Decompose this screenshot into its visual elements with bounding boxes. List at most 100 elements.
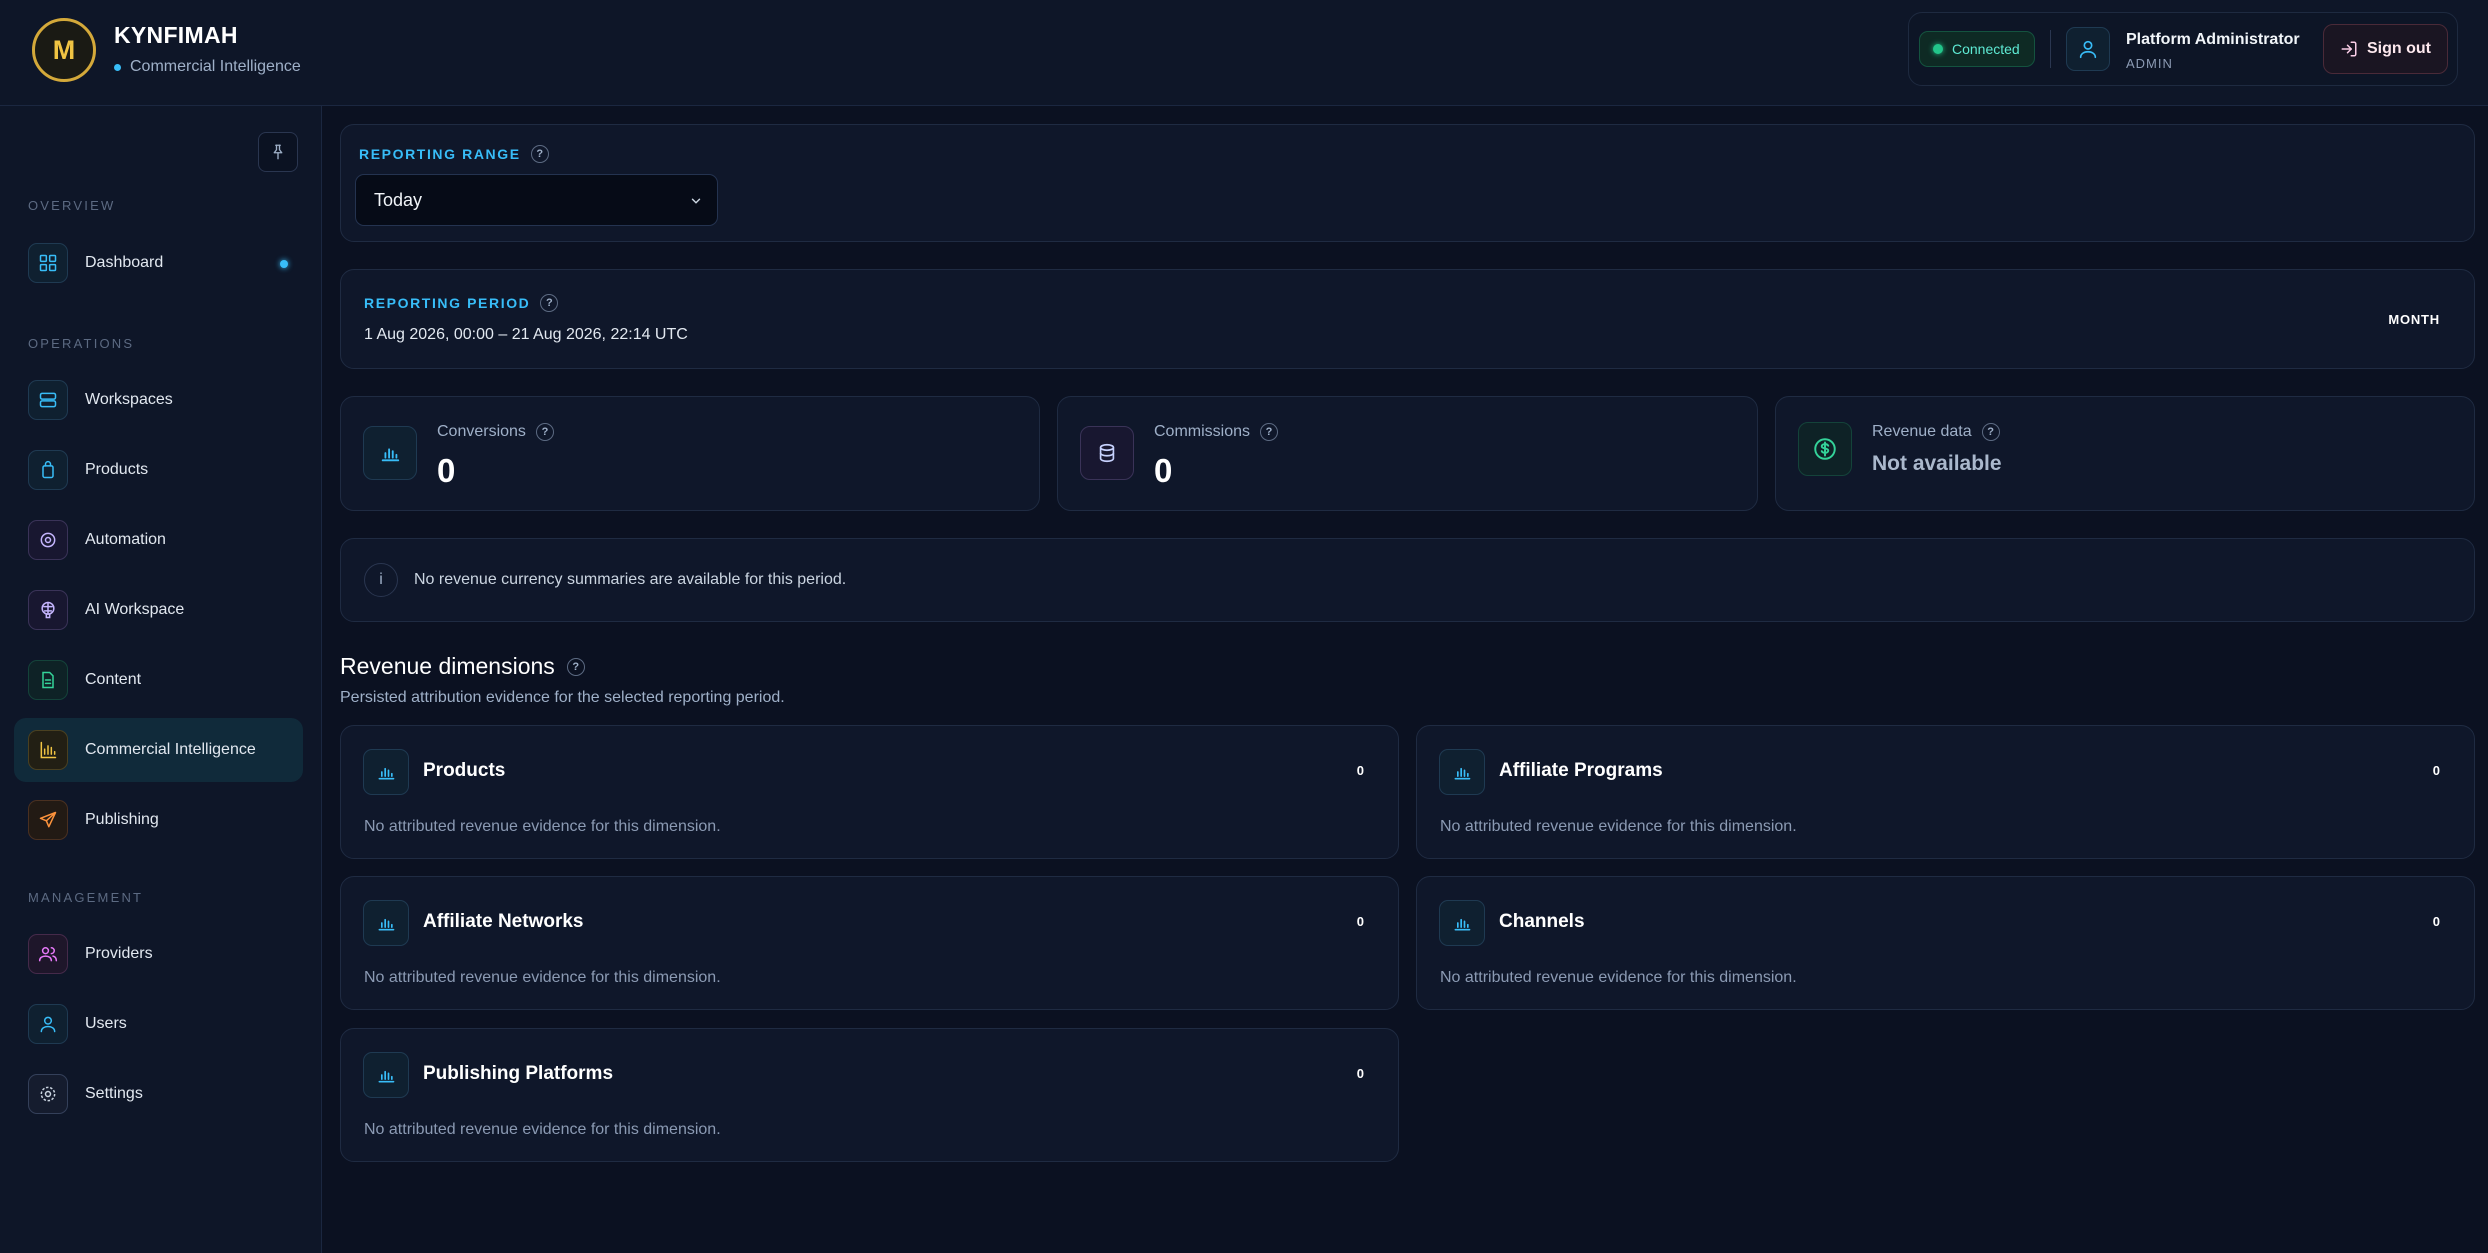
user-name: Platform Administrator bbox=[2126, 31, 2300, 48]
sidebar-item-dashboard[interactable]: Dashboard bbox=[14, 231, 303, 295]
reporting-period-range: 1 Aug 2026, 00:00 – 21 Aug 2026, 22:14 U… bbox=[364, 326, 688, 343]
sidebar-item-providers[interactable]: Providers bbox=[14, 922, 303, 986]
sidebar-item-label: Dashboard bbox=[85, 254, 164, 271]
shopping-bag-icon bbox=[28, 450, 68, 490]
kpi-value: Not available bbox=[1872, 452, 2002, 475]
dimension-card-channels: Channels 0 No attributed revenue evidenc… bbox=[1416, 876, 2475, 1010]
connection-status-text: Connected bbox=[1952, 41, 2020, 57]
help-icon[interactable]: ? bbox=[535, 423, 554, 441]
sidebar-item-automation[interactable]: Automation bbox=[14, 508, 303, 572]
connected-dot-icon bbox=[1933, 44, 1943, 54]
reporting-range-label: REPORTING RANGE bbox=[359, 146, 521, 162]
help-icon[interactable]: ? bbox=[540, 294, 559, 312]
sidebar-item-label: Content bbox=[85, 671, 142, 688]
sidebar-item-label: Settings bbox=[85, 1085, 143, 1102]
dimension-title: Affiliate Programs bbox=[1499, 760, 1663, 781]
bar-chart-icon bbox=[363, 900, 409, 946]
period-granularity: MONTH bbox=[2388, 312, 2440, 327]
dimension-count: 0 bbox=[1356, 914, 1364, 929]
dimension-title: Publishing Platforms bbox=[423, 1063, 614, 1084]
dimension-card-affiliate-networks: Affiliate Networks 0 No attributed reven… bbox=[340, 876, 1399, 1010]
pin-sidebar-button[interactable] bbox=[258, 132, 298, 172]
connection-status-badge: Connected bbox=[1919, 31, 2035, 67]
brand-subtitle: Commercial Intelligence bbox=[114, 58, 301, 76]
dashboard-grid-icon bbox=[28, 243, 68, 283]
revenue-dimensions-subtitle: Persisted attribution evidence for the s… bbox=[340, 689, 785, 706]
reporting-period-header: REPORTING PERIOD ? bbox=[364, 294, 559, 312]
document-icon bbox=[28, 660, 68, 700]
sidebar-item-commercial-intelligence[interactable]: Commercial Intelligence bbox=[14, 718, 303, 782]
sidebar-item-label: Products bbox=[85, 461, 149, 478]
ai-brain-icon bbox=[28, 590, 68, 630]
brand-name: KYNFIMAH bbox=[114, 22, 238, 48]
kpi-label: Commissions? bbox=[1154, 423, 1279, 441]
dimension-card-publishing-platforms: Publishing Platforms 0 No attributed rev… bbox=[340, 1028, 1399, 1162]
sidebar-item-users[interactable]: Users bbox=[14, 992, 303, 1056]
help-icon[interactable]: ? bbox=[1981, 423, 2000, 441]
reporting-range-select[interactable]: Today bbox=[355, 174, 718, 226]
users-icon bbox=[28, 934, 68, 974]
settings-gear-icon bbox=[28, 1074, 68, 1114]
dimension-title: Affiliate Networks bbox=[423, 911, 584, 932]
sidebar-item-ai-workspace[interactable]: AI Workspace bbox=[14, 578, 303, 642]
dimension-empty-text: No attributed revenue evidence for this … bbox=[364, 818, 721, 835]
send-icon bbox=[28, 800, 68, 840]
dimension-count: 0 bbox=[1356, 763, 1364, 778]
dimension-card-affiliate-programs: Affiliate Programs 0 No attributed reven… bbox=[1416, 725, 2475, 859]
kpi-value: 0 bbox=[1154, 452, 1173, 489]
dimension-card-products: Products 0 No attributed revenue evidenc… bbox=[340, 725, 1399, 859]
reporting-range-value: Today bbox=[374, 189, 423, 210]
info-notice: i No revenue currency summaries are avai… bbox=[340, 538, 2475, 622]
sidebar-item-label: Publishing bbox=[85, 811, 159, 828]
kpi-card-conversions: Conversions? 0 bbox=[340, 396, 1040, 511]
sign-out-button[interactable]: Sign out bbox=[2323, 24, 2448, 74]
bar-chart-icon bbox=[28, 730, 68, 770]
nav-section-overview: OVERVIEW bbox=[28, 198, 116, 213]
indicator-dot-icon bbox=[280, 260, 288, 268]
user-icon bbox=[28, 1004, 68, 1044]
sidebar-item-label: Users bbox=[85, 1015, 127, 1032]
kpi-value: 0 bbox=[437, 452, 456, 489]
nav-section-operations: OPERATIONS bbox=[28, 336, 135, 351]
sidebar-item-content[interactable]: Content bbox=[14, 648, 303, 712]
kpi-label: Revenue data? bbox=[1872, 423, 2000, 441]
reporting-period-label: REPORTING PERIOD bbox=[364, 295, 531, 311]
status-dot-icon bbox=[114, 63, 121, 71]
sidebar-item-settings[interactable]: Settings bbox=[14, 1062, 303, 1126]
help-icon[interactable]: ? bbox=[1260, 423, 1279, 441]
brand-logo[interactable]: M bbox=[32, 18, 96, 82]
sidebar-item-workspaces[interactable]: Workspaces bbox=[14, 368, 303, 432]
help-icon[interactable]: ? bbox=[530, 145, 549, 163]
kpi-label-text: Conversions bbox=[437, 423, 526, 440]
dimension-empty-text: No attributed revenue evidence for this … bbox=[1440, 818, 1797, 835]
bar-chart-icon bbox=[363, 749, 409, 795]
reporting-period-card: REPORTING PERIOD ? 1 Aug 2026, 00:00 – 2… bbox=[340, 269, 2475, 369]
user-role: ADMIN bbox=[2126, 56, 2173, 71]
sidebar-item-label: Providers bbox=[85, 945, 153, 962]
kpi-label-text: Revenue data bbox=[1872, 423, 1972, 440]
sign-out-label: Sign out bbox=[2367, 40, 2431, 57]
user-avatar[interactable] bbox=[2066, 27, 2110, 71]
kpi-card-commissions: Commissions? 0 bbox=[1057, 396, 1758, 511]
brand-subtitle-text: Commercial Intelligence bbox=[130, 58, 301, 75]
sidebar-item-label: Workspaces bbox=[85, 391, 173, 408]
bar-chart-icon bbox=[1439, 900, 1485, 946]
reporting-range-card: REPORTING RANGE ? Today bbox=[340, 124, 2475, 242]
database-icon bbox=[1080, 426, 1134, 480]
sidebar: OVERVIEW Dashboard OPERATIONS Workspaces… bbox=[0, 106, 322, 1253]
sidebar-item-publishing[interactable]: Publishing bbox=[14, 788, 303, 852]
user-panel: Connected Platform Administrator ADMIN S… bbox=[1908, 12, 2458, 86]
dimension-count: 0 bbox=[2432, 914, 2440, 929]
sign-out-icon bbox=[2341, 41, 2357, 57]
info-icon: i bbox=[364, 563, 398, 597]
sidebar-item-products[interactable]: Products bbox=[14, 438, 303, 502]
automation-circle-icon bbox=[28, 520, 68, 560]
sidebar-item-label: Commercial Intelligence bbox=[85, 741, 256, 758]
dimension-title: Channels bbox=[1499, 911, 1585, 932]
kpi-card-revenue-data: Revenue data? Not available bbox=[1775, 396, 2475, 511]
bar-chart-icon bbox=[1439, 749, 1485, 795]
dimension-count: 0 bbox=[2432, 763, 2440, 778]
dimension-empty-text: No attributed revenue evidence for this … bbox=[364, 969, 721, 986]
help-icon[interactable]: ? bbox=[566, 657, 585, 676]
dimension-empty-text: No attributed revenue evidence for this … bbox=[364, 1121, 721, 1138]
